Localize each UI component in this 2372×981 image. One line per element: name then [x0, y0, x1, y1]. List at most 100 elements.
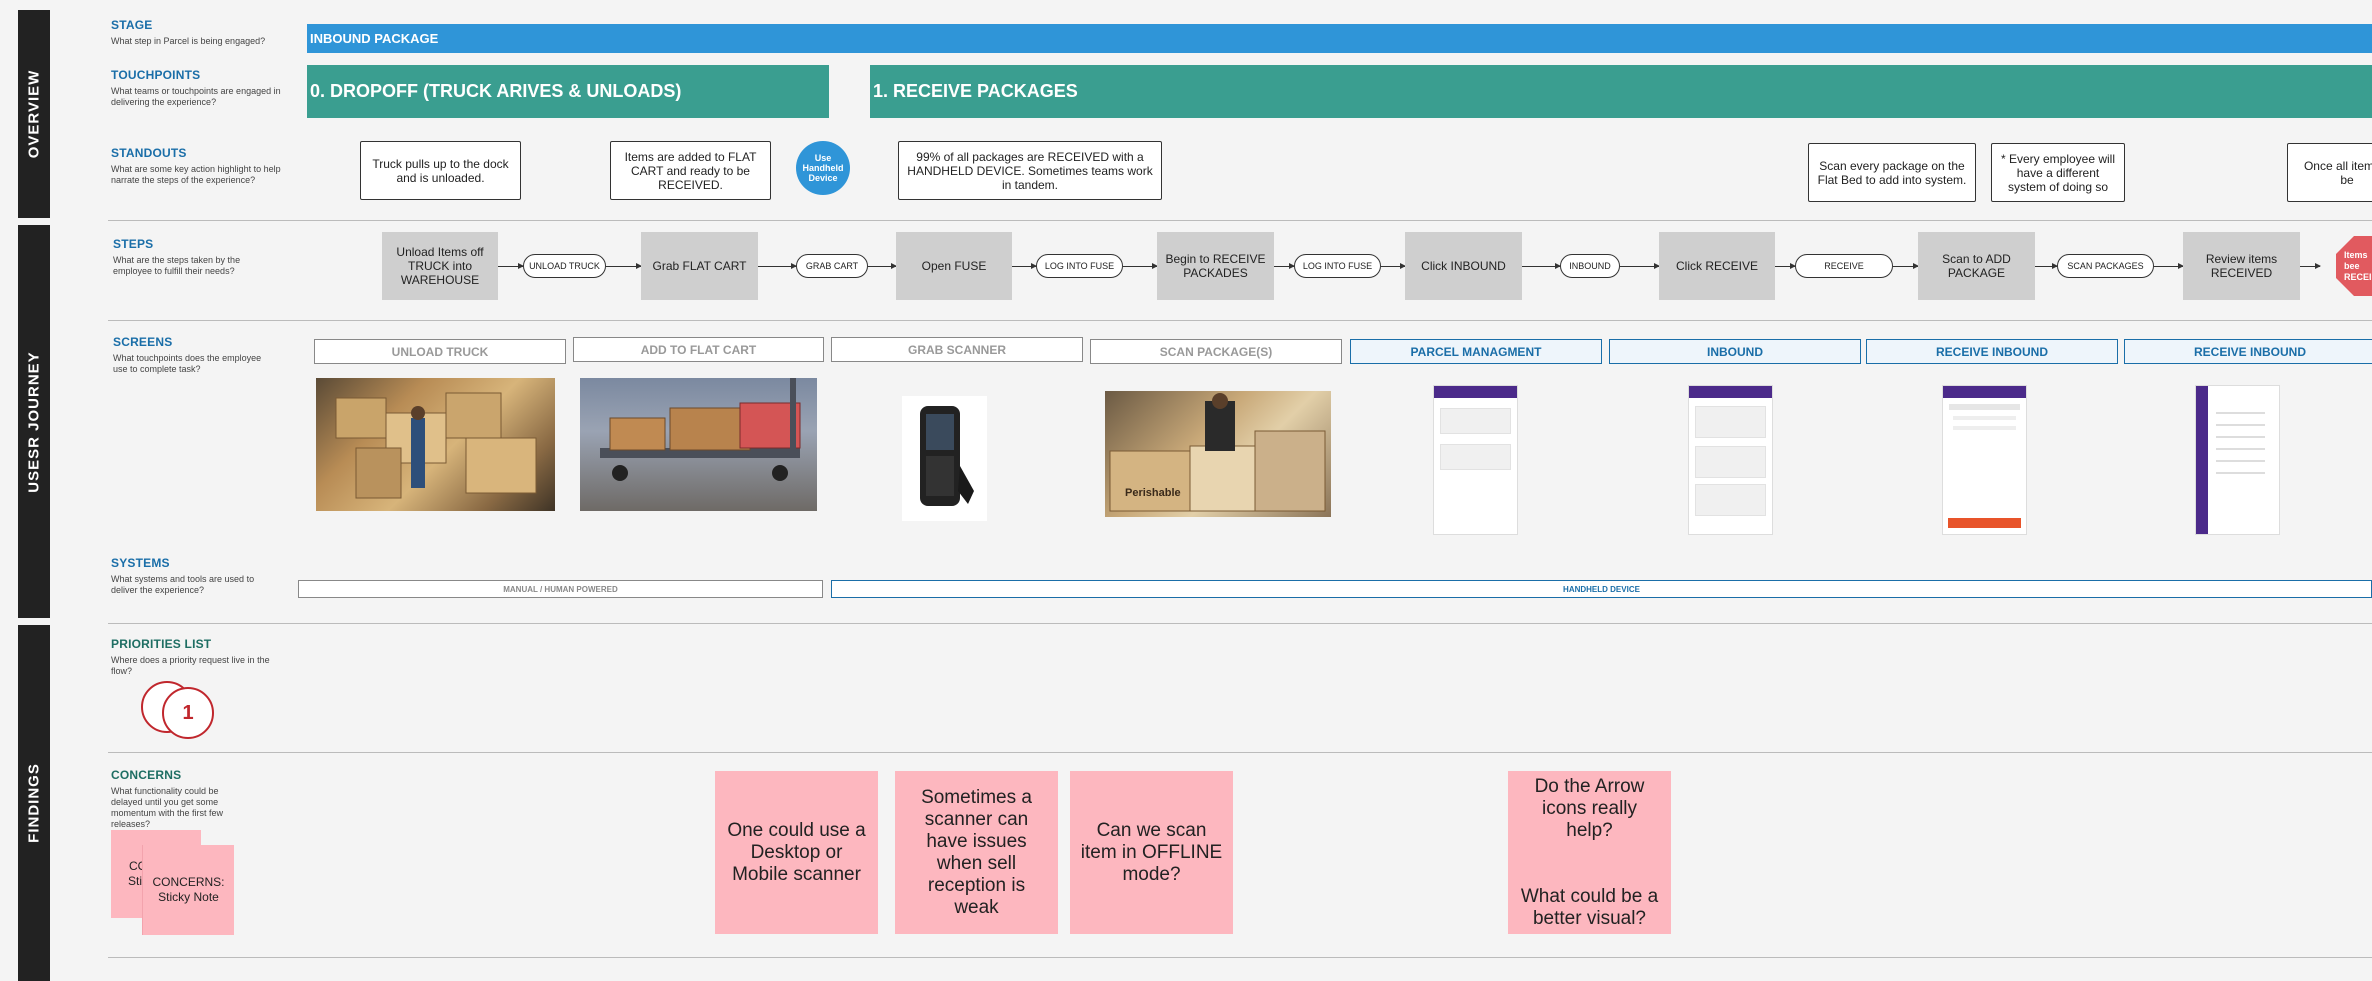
phone-screen-receive-list [2195, 385, 2280, 535]
row-subtitle: What systems and tools are used to deliv… [111, 574, 255, 595]
standout-note: Scan every package on the Flat Bed to ad… [1808, 143, 1976, 202]
warehouse-unload-photo [316, 378, 555, 511]
concern-sticky: Can we scan item in OFFLINE mode? [1070, 771, 1233, 934]
step-end-label: Items bee RECEI [2344, 249, 2372, 282]
step-pill: INBOUND [1560, 254, 1620, 278]
row-label-stage: STAGE What step in Parcel is being engag… [111, 18, 291, 47]
step-box: Open FUSE [896, 232, 1012, 300]
divider [108, 320, 2372, 321]
row-label-standouts: STANDOUTS What are some key action highl… [111, 146, 281, 186]
connector-arrow [2300, 263, 2321, 269]
step-pill: SCAN PACKAGES [2057, 254, 2154, 278]
touchpoint-bar-dropoff: 0. DROPOFF (TRUCK ARIVES & UNLOADS) [307, 65, 829, 118]
step-end-octagon: Items bee RECEI [2336, 236, 2372, 296]
step-box: Review items RECEIVED [2183, 232, 2300, 300]
screen-header: ADD TO FLAT CART [573, 337, 824, 362]
row-label-systems: SYSTEMS What systems and tools are used … [111, 556, 271, 596]
connector-arrow [1012, 263, 1037, 269]
row-subtitle: What teams or touchpoints are engaged in… [111, 86, 281, 107]
svg-text:Perishable: Perishable [1125, 487, 1181, 499]
screen-header: GRAB SCANNER [831, 337, 1083, 362]
concern-sticky: Do the Arrow icons really help? What cou… [1508, 771, 1671, 934]
sticky-note-template: CONCERNS: Sticky Note [143, 845, 234, 935]
connector-arrow [1893, 263, 1919, 269]
row-subtitle: What are some key action highlight to he… [111, 164, 281, 185]
concern-sticky: One could use a Desktop or Mobile scanne… [715, 771, 878, 934]
row-title: STANDOUTS [111, 146, 187, 160]
step-pill: LOG INTO FUSE [1294, 254, 1381, 278]
priority-badge: 1 [162, 687, 214, 739]
row-subtitle: What touchpoints does the employee use t… [113, 353, 262, 374]
sidebar-overview: OVERVIEW [18, 10, 50, 218]
connector-arrow [1775, 263, 1796, 269]
connector-arrow [606, 263, 642, 269]
step-pill: LOG INTO FUSE [1036, 254, 1123, 278]
sidebar-label: OVERVIEW [25, 69, 43, 159]
step-pill: GRAB CART [796, 254, 868, 278]
concern-sticky: Sometimes a scanner can have issues when… [895, 771, 1058, 934]
sticky-note-text: CONCERNS: Sticky Note [152, 875, 225, 904]
flat-cart-photo [580, 378, 817, 511]
handheld-scanner-image [902, 396, 987, 521]
standout-note: Truck pulls up to the dock and is unload… [360, 141, 521, 200]
row-title: TOUCHPOINTS [111, 68, 201, 82]
sidebar-label: USESR JOURNEY [25, 350, 43, 493]
stage-bar: INBOUND PACKAGE [307, 24, 2372, 53]
phone-screen-inbound [1688, 385, 1773, 535]
connector-arrow [758, 263, 797, 269]
screen-header: PARCEL MANAGMENT [1350, 339, 1602, 364]
connector-arrow [2035, 263, 2058, 269]
standout-note: Once all items a be [2287, 143, 2372, 202]
divider [108, 957, 2372, 958]
row-subtitle: What functionality could be delayed unti… [111, 786, 224, 829]
row-label-screens: SCREENS What touchpoints does the employ… [113, 335, 263, 375]
screen-header: UNLOAD TRUCK [314, 339, 566, 364]
connector-arrow [1620, 263, 1660, 269]
connector-arrow [1522, 263, 1561, 269]
standout-circle: Use Handheld Device [796, 141, 850, 195]
standout-note: Items are added to FLAT CART and ready t… [610, 141, 771, 200]
step-box: Scan to ADD PACKAGE [1918, 232, 2035, 300]
sidebar-user-journey: USESR JOURNEY [18, 225, 50, 618]
connector-arrow [868, 263, 897, 269]
screen-header: RECEIVE INBOUND [2124, 339, 2372, 364]
screen-header: INBOUND [1609, 339, 1861, 364]
standout-note: 99% of all packages are RECEIVED with a … [898, 141, 1162, 200]
step-box: Click RECEIVE [1659, 232, 1775, 300]
system-bar-manual: MANUAL / HUMAN POWERED [298, 580, 823, 598]
divider [108, 220, 2372, 221]
step-box: Unload Items off TRUCK into WAREHOUSE [382, 232, 498, 300]
connector-arrow [1381, 263, 1406, 269]
scan-packages-photo: Perishable [1105, 391, 1331, 517]
row-subtitle: Where does a priority request live in th… [111, 655, 270, 676]
standout-note: * Every employee will have a different s… [1991, 143, 2125, 202]
phone-screen-receive [1942, 385, 2027, 535]
row-subtitle: What step in Parcel is being engaged? [111, 36, 266, 46]
screen-header: SCAN PACKAGE(S) [1090, 339, 1342, 364]
connector-arrow [2154, 263, 2184, 269]
divider [108, 752, 2372, 753]
row-label-touchpoints: TOUCHPOINTS What teams or touchpoints ar… [111, 68, 281, 108]
row-title: STEPS [113, 237, 154, 251]
connector-arrow [1274, 263, 1295, 269]
divider [108, 623, 2372, 624]
row-label-steps: STEPS What are the steps taken by the em… [113, 237, 263, 277]
step-box: Begin to RECEIVE PACKADES [1157, 232, 1274, 300]
row-title: PRIORITIES LIST [111, 637, 212, 651]
system-bar-handheld: HANDHELD DEVICE [831, 580, 2372, 598]
step-pill: RECEIVE [1795, 254, 1893, 278]
step-pill: UNLOAD TRUCK [523, 254, 606, 278]
row-label-concerns: CONCERNS What functionality could be del… [111, 768, 251, 830]
priority-number: 1 [182, 701, 194, 724]
connector-arrow [1123, 263, 1158, 269]
sidebar-label: FINDINGS [25, 763, 43, 843]
row-title: SCREENS [113, 335, 173, 349]
connector-arrow [498, 263, 524, 269]
row-title: STAGE [111, 18, 153, 32]
phone-screen-parcel [1433, 385, 1518, 535]
touchpoint-bar-receive: 1. RECEIVE PACKAGES [870, 65, 2372, 118]
row-title: SYSTEMS [111, 556, 170, 570]
step-box: Grab FLAT CART [641, 232, 758, 300]
step-box: Click INBOUND [1405, 232, 1522, 300]
screen-header: RECEIVE INBOUND [1866, 339, 2118, 364]
